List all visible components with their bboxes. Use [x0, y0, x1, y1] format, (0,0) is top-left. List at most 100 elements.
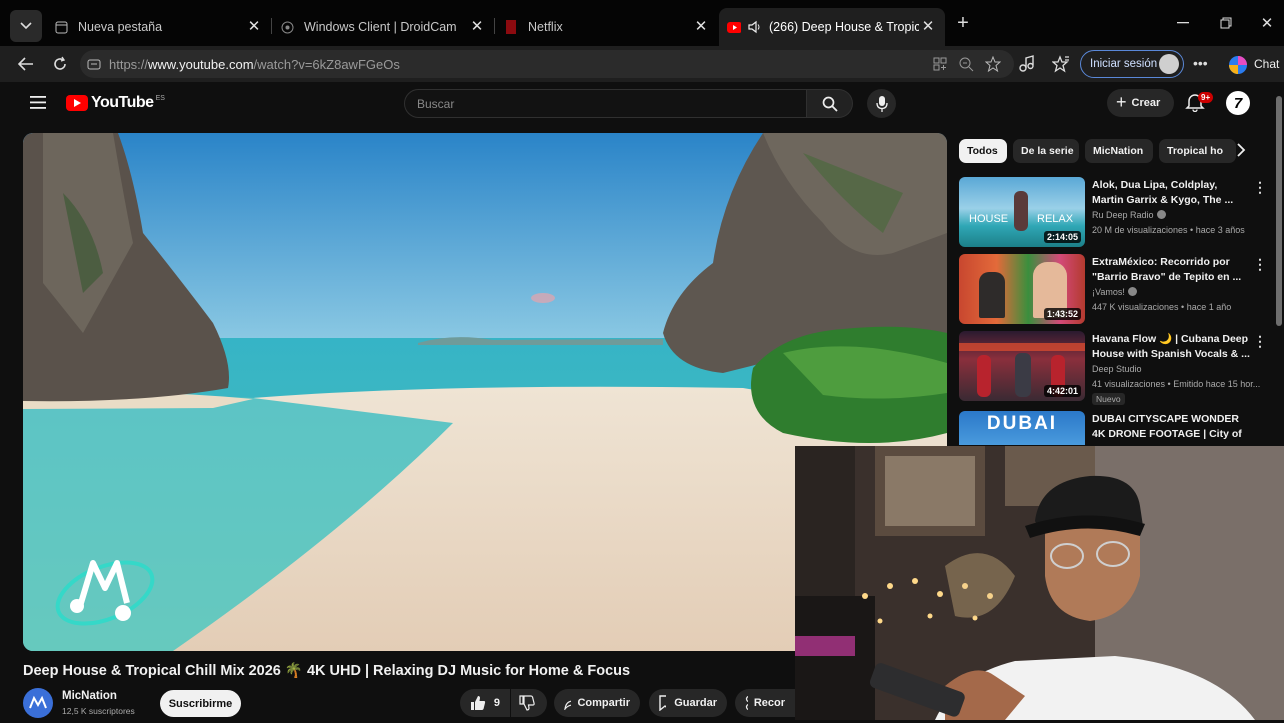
scissors-icon	[745, 696, 748, 710]
voice-search-button[interactable]	[867, 89, 896, 118]
tab-droidcam[interactable]: Windows Client | DroidCam ✕	[272, 8, 494, 46]
webcam-feed-person	[795, 446, 1284, 720]
tab-label: Windows Client | DroidCam	[304, 20, 457, 34]
chip-de-la-serie[interactable]: De la serie	[1013, 139, 1079, 163]
more-actions-icon[interactable]: ⋮	[1253, 333, 1267, 350]
clip-label: Recor	[753, 697, 785, 709]
page-icon	[54, 20, 68, 34]
tab-actions-menu-button[interactable]	[10, 10, 42, 42]
close-tab-icon[interactable]: ✕	[921, 18, 935, 35]
channel-name[interactable]: MicNation	[62, 690, 117, 702]
speaker-icon[interactable]	[747, 20, 761, 34]
tab-youtube-active[interactable]: (266) Deep House & Tropical ✕	[719, 8, 945, 46]
chat-label[interactable]: Chat	[1254, 57, 1279, 71]
tab-new-tab[interactable]: Nueva pestaña ✕	[46, 8, 271, 46]
dislike-button[interactable]	[511, 689, 547, 717]
more-actions-icon[interactable]: ⋮	[1253, 179, 1267, 196]
more-actions-icon[interactable]: ⋮	[1253, 256, 1267, 273]
thumbnail-text: HOUSE	[969, 213, 1009, 225]
droidcam-icon	[280, 20, 294, 34]
search-button[interactable]	[807, 89, 853, 118]
youtube-logo[interactable]: YouTube ES	[66, 94, 165, 112]
tab-netflix[interactable]: Netflix ✕	[496, 8, 718, 46]
app-available-icon[interactable]	[932, 56, 948, 72]
browser-toolbar: https://www.youtube.com/watch?v=6kZ8awFG…	[0, 46, 1284, 82]
thumbnail-text: RELAX	[1037, 213, 1074, 225]
video-duration: 2:14:05	[1043, 231, 1081, 243]
share-label: Compartir	[577, 697, 630, 709]
signin-button[interactable]: Iniciar sesión	[1080, 50, 1184, 78]
search-icon	[822, 96, 838, 112]
video-meta: 447 K visualizaciones • hace 1 año	[1092, 302, 1232, 312]
video-title[interactable]: Alok, Dua Lipa, Coldplay, Martin Garrix …	[1092, 178, 1250, 208]
thumbnail-figure	[977, 355, 991, 397]
like-button[interactable]: 9	[460, 689, 510, 717]
channel-avatar[interactable]	[23, 688, 53, 718]
hamburger-menu-icon[interactable]	[30, 96, 46, 114]
reload-icon[interactable]	[50, 54, 70, 74]
address-bar[interactable]: https://www.youtube.com/watch?v=6kZ8awFG…	[80, 50, 1014, 78]
search-placeholder: Buscar	[417, 97, 455, 111]
video-thumbnail[interactable]: 4:42:01	[959, 331, 1085, 401]
restore-icon[interactable]	[1217, 14, 1235, 32]
subscriber-count: 12,5 K suscriptores	[62, 706, 135, 716]
chip-micnation[interactable]: MicNation	[1085, 139, 1153, 163]
search-input[interactable]: Buscar	[404, 89, 807, 118]
subscribe-label: Suscribirme	[168, 697, 233, 710]
channel-name[interactable]: Ru Deep Radio	[1092, 210, 1166, 220]
new-tab-plus-icon[interactable]: +	[954, 12, 972, 34]
video-thumbnail[interactable]: 1:43:52	[959, 254, 1085, 324]
minimize-icon[interactable]	[1174, 14, 1192, 32]
close-window-icon[interactable]: ✕	[1258, 14, 1276, 32]
copilot-icon[interactable]	[1228, 55, 1247, 74]
thumbs-up-icon	[471, 696, 486, 710]
more-actions-icon[interactable]: ⋮	[1253, 413, 1259, 430]
verified-icon	[1127, 287, 1137, 296]
close-tab-icon[interactable]: ✕	[470, 18, 484, 35]
more-options-icon[interactable]: •••	[1193, 56, 1211, 77]
thumbnail-figure	[1015, 353, 1031, 397]
recommended-video[interactable]: 4:42:01 Havana Flow 🌙 | Cubana Deep Hous…	[959, 331, 1267, 411]
new-badge: Nuevo	[1092, 393, 1125, 405]
extensions-music-icon[interactable]	[1018, 55, 1036, 73]
subscribe-button[interactable]: Suscribirme	[160, 690, 241, 717]
back-arrow-icon[interactable]	[16, 54, 36, 74]
clip-button[interactable]: Recor	[735, 689, 795, 717]
chevron-right-icon[interactable]	[1236, 143, 1246, 162]
create-label: Crear	[1131, 97, 1161, 109]
video-meta: 20 M de visualizaciones • hace 3 años	[1092, 225, 1245, 235]
recommended-video[interactable]: HOUSE RELAX 2:14:05 Alok, Dua Lipa, Cold…	[959, 177, 1267, 249]
bookmark-icon	[659, 695, 667, 711]
recommended-video[interactable]: DUBAI DUBAI CITYSCAPE WONDER 4K DRONE FO…	[959, 411, 1259, 445]
site-info-icon[interactable]	[86, 56, 102, 72]
share-button[interactable]: Compartir	[554, 689, 640, 717]
video-thumbnail[interactable]: DUBAI	[959, 411, 1085, 445]
like-count: 9	[493, 697, 500, 709]
verified-icon	[1156, 210, 1166, 219]
tab-label: (266) Deep House & Tropical	[769, 20, 919, 34]
channel-name[interactable]: Deep Studio	[1092, 364, 1142, 374]
video-title[interactable]: Havana Flow 🌙 | Cubana Deep House with S…	[1092, 332, 1250, 362]
thumbnail-banner	[959, 343, 1085, 351]
save-button[interactable]: Guardar	[649, 689, 727, 717]
thumbs-down-icon	[519, 695, 535, 711]
favorite-star-icon[interactable]	[984, 55, 1002, 73]
channel-name[interactable]: ¡Vamos!	[1092, 287, 1137, 297]
youtube-play-icon	[66, 95, 88, 111]
zoom-icon[interactable]	[958, 56, 974, 72]
video-meta: 41 visualizaciones • Emitido hace 15 hor…	[1092, 379, 1261, 389]
video-title[interactable]: ExtraMéxico: Recorrido por "Barrio Bravo…	[1092, 255, 1250, 285]
chip-tropical-house[interactable]: Tropical ho	[1159, 139, 1236, 163]
close-tab-icon[interactable]: ✕	[247, 18, 261, 35]
tab-label: Nueva pestaña	[78, 20, 163, 34]
chip-todos[interactable]: Todos	[959, 139, 1007, 163]
tab-label: Netflix	[528, 20, 563, 34]
favorites-icon[interactable]	[1051, 55, 1070, 73]
recommended-video[interactable]: 1:43:52 ExtraMéxico: Recorrido por "Barr…	[959, 254, 1267, 326]
video-title[interactable]: DUBAI CITYSCAPE WONDER 4K DRONE FOOTAGE …	[1092, 412, 1250, 445]
page-scrollbar[interactable]	[1276, 96, 1282, 326]
user-avatar[interactable]: 7	[1226, 91, 1250, 115]
create-button[interactable]: + Crear	[1107, 89, 1174, 117]
close-tab-icon[interactable]: ✕	[694, 18, 708, 35]
video-thumbnail[interactable]: HOUSE RELAX 2:14:05	[959, 177, 1085, 247]
